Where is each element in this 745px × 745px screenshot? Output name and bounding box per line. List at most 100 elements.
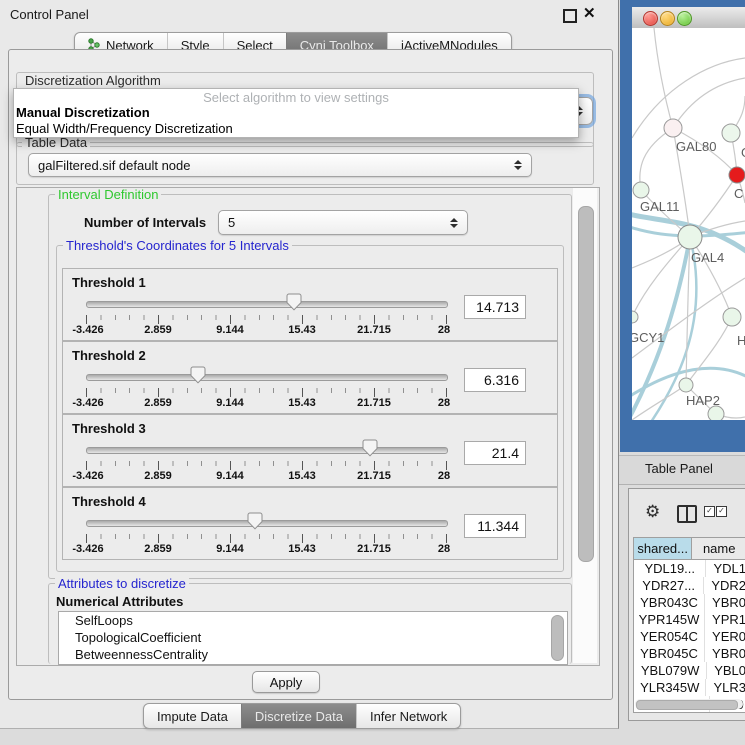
table-row[interactable]: YDL19...YDL1 [634,560,745,577]
num-intervals-value: 5 [228,215,235,230]
node-label: GCY1 [632,330,664,345]
num-intervals-label: Number of Intervals [84,215,206,230]
threshold-label: Threshold 2 [72,348,146,363]
algorithm-option-equal-width[interactable]: Equal Width/Frequency Discretization [14,121,578,137]
column-manager-icon[interactable] [677,505,697,523]
algorithm-dropdown-popup: Select algorithm to view settings Manual… [13,88,579,138]
slider-thumb[interactable] [247,512,263,530]
numerical-attributes-label: Numerical Attributes [56,594,183,609]
node-gal80[interactable] [664,119,682,137]
threshold-panel: Threshold 1 -3.4262.8599.14415.4321.7152… [62,268,558,341]
tab-impute-data[interactable]: Impute Data [144,704,241,728]
column-header-name[interactable]: name [692,538,745,559]
slider-tick-labels: -3.4262.8599.14415.4321.71528 [86,470,447,482]
table-row[interactable]: YDR27...YDR2 [634,577,745,594]
node-label: GAL11 [640,199,680,214]
apply-button[interactable]: Apply [252,671,320,693]
threshold-value-field[interactable]: 14.713 [464,295,526,319]
list-item[interactable]: BetweennessCentrality [59,646,567,663]
table-data-combobox[interactable]: galFiltered.sif default node [28,153,532,177]
slider-thumb[interactable] [286,293,302,311]
node-label: C [734,186,743,201]
threshold-panel: Threshold 3 -3.4262.8599.14415.4321.7152… [62,414,558,487]
slider-thumb[interactable] [362,439,378,457]
threshold-value-field[interactable]: 6.316 [464,368,526,392]
threshold-slider[interactable] [86,301,448,308]
close-traffic-light-icon[interactable] [643,11,658,26]
interval-definition-title: Interval Definition [55,188,161,201]
network-graph [632,28,745,420]
algorithm-option-manual[interactable]: Manual Discretization [14,105,578,121]
node-h[interactable] [723,308,741,326]
combo-arrows-icon [514,160,522,170]
slider-thumb[interactable] [190,366,206,384]
table-row[interactable]: YLR345WYLR3 [634,679,745,696]
tab-discretize-data[interactable]: Discretize Data [241,704,356,728]
algorithm-popup-hint: Select algorithm to view settings [14,89,578,105]
table-row[interactable]: YER054CYER0 [634,628,745,645]
node-gal4[interactable] [678,225,702,249]
table-row[interactable]: YBL079WYBL0 [634,662,745,679]
list-item[interactable]: TopologicalCoefficient [59,629,567,646]
node-gcy1[interactable] [632,311,638,323]
vertical-scrollbar-thumb[interactable] [578,206,594,562]
discretization-algorithm-group-title: Discretization Algorithm [22,74,164,87]
slider-tick-labels: -3.4262.8599.14415.4321.71528 [86,397,447,409]
node-label: GAL4 [691,250,724,265]
gear-icon[interactable]: ⚙ [645,503,660,520]
table-row[interactable]: YBR043CYBR0 [634,594,745,611]
attributes-group-title: Attributes to discretize [55,577,189,590]
column-header-shared-name[interactable]: shared... [634,538,692,559]
table-panel-title: Table Panel [645,461,713,476]
minimize-traffic-light-icon[interactable] [660,11,675,26]
node-partial[interactable] [708,406,724,420]
threshold-label: Threshold 1 [72,275,146,290]
threshold-slider[interactable] [86,374,448,381]
list-item[interactable]: SelfLoops [59,612,567,629]
node-gal11[interactable] [633,182,649,198]
threshold-panel: Threshold 4 -3.4262.8599.14415.4321.7152… [62,487,558,560]
tab-infer-network[interactable]: Infer Network [356,704,460,728]
threshold-value-field[interactable]: 11.344 [464,514,526,538]
checkbox-icon[interactable]: ✓ [716,506,727,517]
slider-ticks [86,461,447,470]
threshold-slider[interactable] [86,520,448,527]
table-hscrollbar[interactable] [635,699,743,709]
table-header-row: shared... name [634,538,745,560]
checkbox-icon[interactable]: ✓ [704,506,715,517]
zoom-traffic-light-icon[interactable] [677,11,692,26]
cyni-bottom-tabbar: Impute Data Discretize Data Infer Networ… [143,703,461,729]
slider-ticks [86,388,447,397]
num-intervals-combobox[interactable]: 5 [218,210,468,235]
slider-tick-labels: -3.4262.8599.14415.4321.71528 [86,543,447,555]
list-scrollbar-thumb[interactable] [551,615,564,661]
threshold-label: Threshold 4 [72,494,146,509]
table-hscrollbar-thumb[interactable] [636,700,738,710]
control-panel-window: Control Panel ✕ Network Style Select Cyn… [0,0,619,729]
node-g[interactable] [722,124,740,142]
node-label: G [741,145,745,160]
numerical-attributes-list[interactable]: SelfLoops TopologicalCoefficient Between… [58,611,568,665]
threshold-panel: Threshold 2 -3.4262.8599.14415.4321.7152… [62,341,558,414]
node-label: HAP2 [686,393,720,408]
control-panel-title: Control Panel [10,7,89,22]
node-label: GAL80 [676,139,716,154]
table-data-value: galFiltered.sif default node [38,158,190,173]
table-row[interactable]: YPR145WYPR1 [634,611,745,628]
node-hap2[interactable] [679,378,693,392]
node-label: H [737,333,745,348]
threshold-label: Threshold 3 [72,421,146,436]
network-window-titlebar[interactable] [632,7,745,29]
node-red-selected[interactable] [729,167,745,183]
threshold-slider[interactable] [86,447,448,454]
table-row[interactable]: YBR045CYBR0 [634,645,745,662]
node-table[interactable]: shared... name YDL19...YDL1 YDR27...YDR2… [633,537,745,713]
combo-arrows-icon [450,218,458,228]
slider-ticks [86,534,447,543]
float-window-icon[interactable] [563,9,577,23]
network-canvas[interactable]: GAL80 GAL11 GAL4 GCY1 HAP2 H C G [632,28,745,420]
thresholds-group-title: Threshold's Coordinates for 5 Intervals [63,239,292,252]
close-icon[interactable]: ✕ [583,4,596,22]
threshold-value-field[interactable]: 21.4 [464,441,526,465]
slider-ticks [86,315,447,324]
